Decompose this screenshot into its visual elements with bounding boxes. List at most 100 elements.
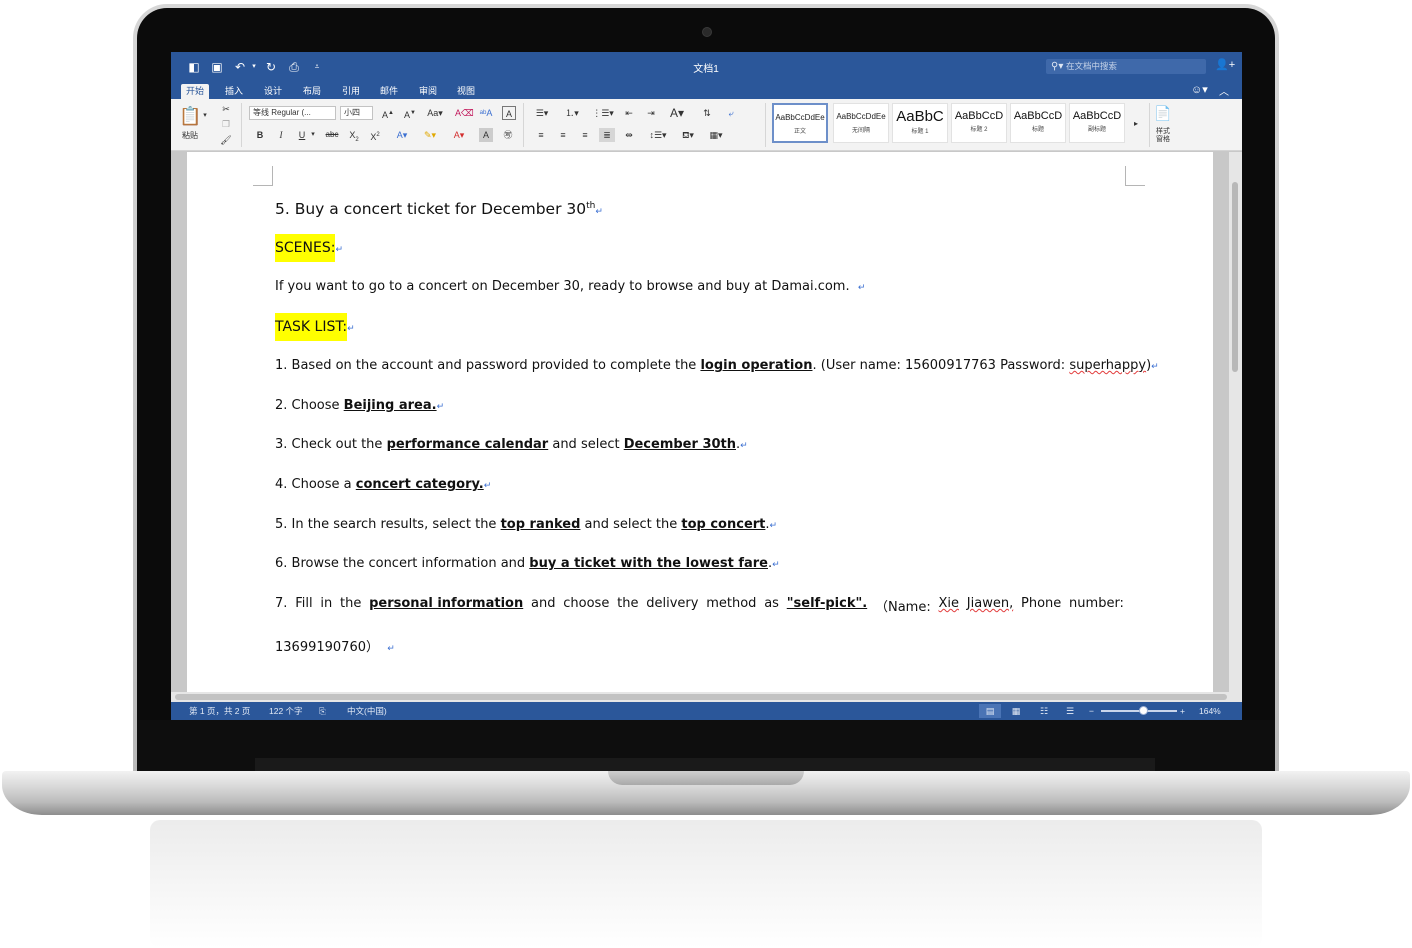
horizontal-scroll-thumb[interactable] [175, 694, 1227, 700]
text-effects-icon[interactable]: A▾ [393, 128, 411, 142]
change-case-icon[interactable]: Aa▾ [425, 106, 445, 120]
vertical-scrollbar[interactable] [1229, 152, 1242, 692]
language-indicator[interactable]: 中文(中国) [347, 705, 387, 717]
font-color-icon[interactable]: A▾ [449, 128, 469, 142]
decrease-indent-icon[interactable]: ⇤ [621, 106, 637, 120]
scenes-paragraph: If you want to go to a concert on Decemb… [275, 279, 865, 294]
undo-icon[interactable]: ↶ [233, 60, 247, 74]
cut-icon[interactable]: ✂ [219, 102, 233, 116]
tab-review[interactable]: 审阅 [414, 84, 442, 99]
line-spacing-icon[interactable]: ↕☰▾ [647, 128, 669, 142]
document-page[interactable]: 5. Buy a concert ticket for December 30t… [187, 152, 1213, 692]
proofing-icon[interactable]: ⎘ [319, 705, 326, 717]
borders-icon[interactable]: ▦▾ [705, 128, 727, 142]
shrink-font-icon[interactable]: A▼ [401, 106, 419, 120]
phonetic-guide-icon[interactable]: ᵃᵇA [478, 106, 494, 120]
align-left-icon[interactable]: ≡ [533, 128, 549, 142]
format-painter-icon[interactable]: 🖌 [219, 133, 233, 147]
highlight-color-icon[interactable]: ✎▾ [419, 128, 441, 142]
copy-icon[interactable]: ❐ [219, 117, 233, 131]
increase-indent-icon[interactable]: ⇥ [643, 106, 659, 120]
tab-mailings[interactable]: 邮件 [375, 84, 403, 99]
tab-insert[interactable]: 插入 [220, 84, 248, 99]
font-name-select[interactable]: 等线 Regular (... [249, 106, 336, 120]
paragraph-mark: ↵ [769, 521, 778, 531]
print-layout-view-icon[interactable]: ▤ [979, 704, 1001, 718]
horizontal-scrollbar[interactable] [171, 692, 1242, 702]
task-text: choose [563, 596, 610, 611]
gallery-next-icon[interactable]: ▸ [1131, 117, 1141, 131]
style-name: 标题 1 [911, 129, 929, 135]
save-icon[interactable]: ▣ [210, 60, 224, 74]
page-count[interactable]: 第 1 页，共 2 页 [189, 705, 250, 717]
word-count[interactable]: 122 个字 [269, 705, 303, 717]
sort-icon[interactable]: ⇅ [699, 106, 715, 120]
subscript-button[interactable]: X2 [346, 128, 362, 143]
text-direction-icon[interactable]: A▾ [667, 106, 687, 120]
zoom-in-button[interactable]: + [1180, 705, 1185, 717]
tab-design[interactable]: 设计 [259, 84, 287, 99]
feedback-smiley-icon[interactable]: ☺▾ [1191, 83, 1208, 96]
styles-pane-icon[interactable]: 📄 [1153, 103, 1173, 123]
sidebar-toggle-icon[interactable]: ◧ [187, 60, 201, 74]
paste-dropdown-icon[interactable]: ▾ [201, 109, 209, 123]
laptop-notch [608, 771, 804, 785]
style-no-spacing[interactable]: AaBbCcDdEe 无间隔 [833, 103, 889, 143]
tab-home[interactable]: 开始 [181, 84, 210, 99]
styles-pane-label[interactable]: 样式 窗格 [1151, 128, 1175, 148]
share-person-icon[interactable]: 👤+ [1215, 58, 1235, 71]
task-text: and [531, 596, 556, 611]
web-layout-view-icon[interactable]: ▦ [1005, 704, 1027, 718]
collapse-ribbon-icon[interactable]: ︿ [1219, 83, 1229, 98]
zoom-level[interactable]: 164% [1199, 705, 1221, 717]
character-shading-icon[interactable]: A [479, 128, 493, 142]
style-name: 副标题 [1087, 127, 1106, 133]
outline-view-icon[interactable]: ☷ [1033, 704, 1055, 718]
zoom-out-button[interactable]: − [1089, 705, 1094, 717]
justify-icon[interactable]: ≣ [599, 128, 615, 142]
style-title[interactable]: AaBbCcD 标题 [1010, 103, 1066, 143]
character-border-icon[interactable]: A [502, 106, 516, 120]
spelling-error-word: Xie [938, 596, 959, 611]
bold-button[interactable]: B [253, 128, 267, 142]
paste-icon[interactable]: 📋 [179, 105, 201, 127]
customize-toolbar-icon[interactable]: ⩡ [310, 60, 324, 74]
strikethrough-button[interactable]: abc [323, 128, 341, 142]
style-heading-2[interactable]: AaBbCcD 标题 2 [951, 103, 1007, 143]
search-input[interactable]: ⚲▾ 在文档中搜索 [1046, 59, 1206, 74]
tab-references[interactable]: 引用 [337, 84, 365, 99]
grow-font-icon[interactable]: A▲ [379, 106, 397, 120]
paragraph-mark: ↵ [387, 644, 395, 654]
italic-button[interactable]: I [274, 128, 288, 142]
style-subtitle[interactable]: AaBbCcD 副标题 [1069, 103, 1125, 143]
style-heading-1[interactable]: AaBbC 标题 1 [892, 103, 948, 143]
status-bar: 第 1 页，共 2 页 122 个字 ⎘ 中文(中国) ▤ ▦ ☷ ☰ − + … [171, 702, 1242, 720]
undo-dropdown-icon[interactable]: ▾ [247, 60, 261, 74]
underline-button[interactable]: U [295, 128, 309, 142]
style-sample: AaBbCcD [954, 110, 1004, 122]
tab-layout[interactable]: 布局 [298, 84, 326, 99]
show-formatting-marks-icon[interactable]: ⤶ [723, 106, 739, 120]
task-keyword: Beijing area. [343, 398, 437, 413]
font-size-select[interactable]: 小四 [340, 106, 373, 120]
print-icon[interactable]: ⎙ [287, 60, 301, 74]
redo-icon[interactable]: ↻ [264, 60, 278, 74]
shading-icon[interactable]: ⛾▾ [677, 128, 699, 142]
underline-dropdown-icon[interactable]: ▾ [309, 128, 317, 142]
align-right-icon[interactable]: ≡ [577, 128, 593, 142]
multilevel-list-icon[interactable]: ⋮☰▾ [591, 106, 615, 120]
tab-view[interactable]: 视图 [452, 84, 480, 99]
enclose-characters-icon[interactable]: ㊢ [501, 128, 515, 142]
vertical-scroll-thumb[interactable] [1232, 182, 1238, 372]
separator [765, 103, 766, 147]
clear-formatting-icon[interactable]: A⌫ [455, 106, 474, 120]
numbering-icon[interactable]: ⒈▾ [561, 106, 583, 120]
style-normal[interactable]: AaBbCcDdEe 正文 [772, 103, 828, 143]
superscript-button[interactable]: X2 [367, 128, 383, 142]
draft-view-icon[interactable]: ☰ [1059, 704, 1081, 718]
bullets-icon[interactable]: ☰▾ [531, 106, 553, 120]
zoom-slider-knob[interactable] [1139, 706, 1148, 715]
distributed-icon[interactable]: ⇹ [621, 128, 637, 142]
task-text: number: [1069, 596, 1124, 611]
align-center-icon[interactable]: ≡ [555, 128, 571, 142]
